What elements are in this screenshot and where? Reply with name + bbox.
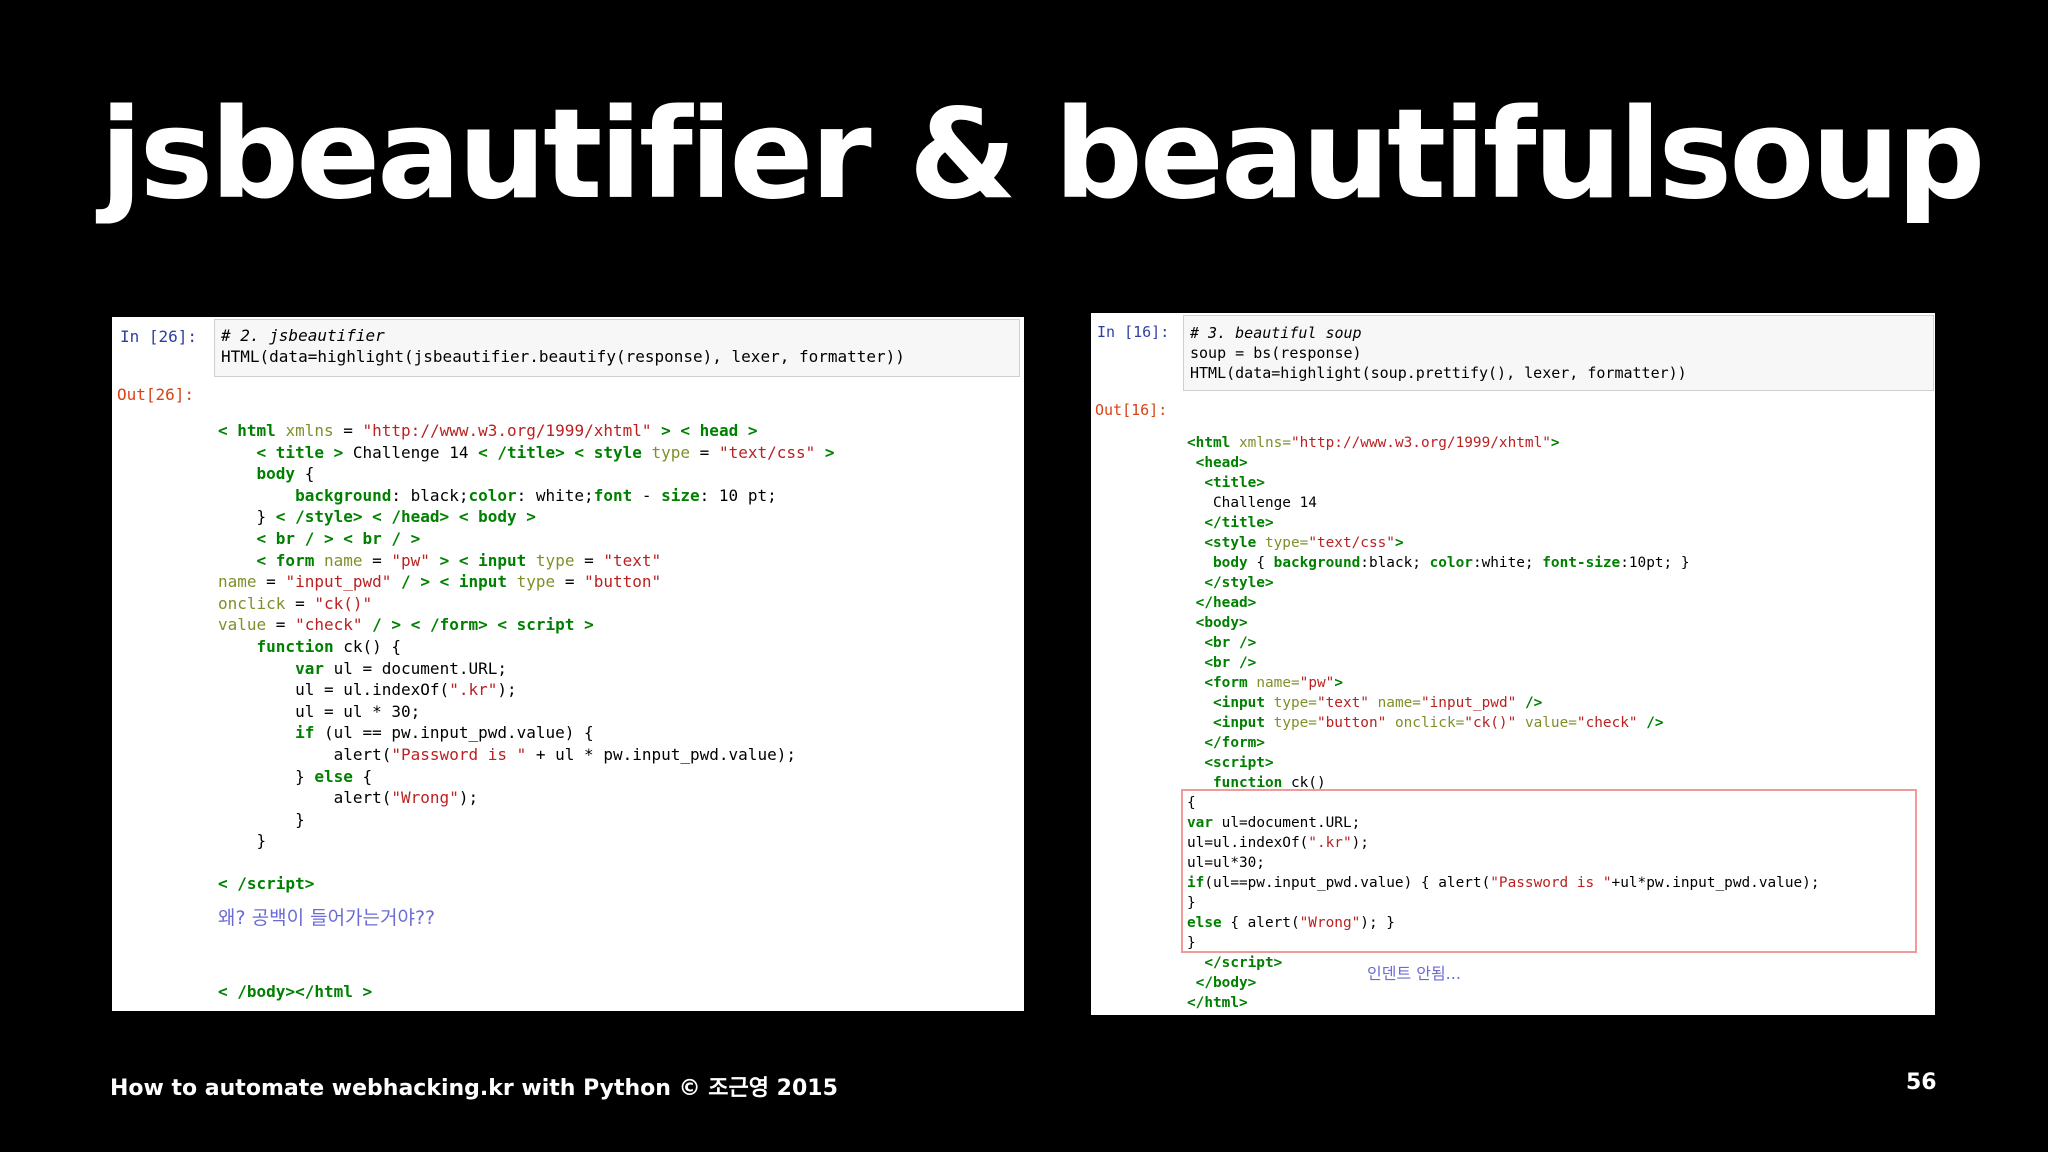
left-cell-comment: # 2. jsbeautifier [221, 326, 385, 345]
right-input-cell[interactable]: # 3. beautiful soup soup = bs(response) … [1183, 315, 1934, 391]
right-annotation-note: 인덴트 안됨... [1367, 964, 1461, 983]
left-output-code: < html xmlns = "http://www.w3.org/1999/x… [218, 421, 835, 894]
right-cell-code-line1: soup = bs(response) [1190, 344, 1362, 362]
left-cell-code: HTML(data=highlight(jsbeautifier.beautif… [221, 347, 905, 366]
slide-page-number: 56 [1906, 1070, 1937, 1095]
left-input-cell[interactable]: # 2. jsbeautifier HTML(data=highlight(js… [214, 319, 1020, 377]
left-out-prompt: Out[26]: [117, 385, 195, 404]
left-output-code-end: < /body></html > [218, 982, 373, 1001]
right-notebook-screenshot: In [16]: # 3. beautiful soup soup = bs(r… [1091, 313, 1935, 1015]
right-cell-comment: # 3. beautiful soup [1190, 324, 1362, 342]
left-in-prompt: In [26]: [120, 327, 198, 346]
right-highlight-box [1181, 789, 1917, 953]
right-cell-code-line2: HTML(data=highlight(soup.prettify(), lex… [1190, 364, 1687, 382]
right-in-prompt: In [16]: [1097, 323, 1170, 341]
right-out-prompt: Out[16]: [1095, 401, 1168, 419]
left-notebook-screenshot: In [26]: # 2. jsbeautifier HTML(data=hig… [112, 317, 1024, 1011]
slide-title: jsbeautifier & beautifulsoup [100, 83, 1985, 227]
left-annotation-note: 왜? 공백이 들어가는거야?? [218, 907, 436, 929]
slide-footer: How to automate webhacking.kr with Pytho… [110, 1076, 838, 1101]
